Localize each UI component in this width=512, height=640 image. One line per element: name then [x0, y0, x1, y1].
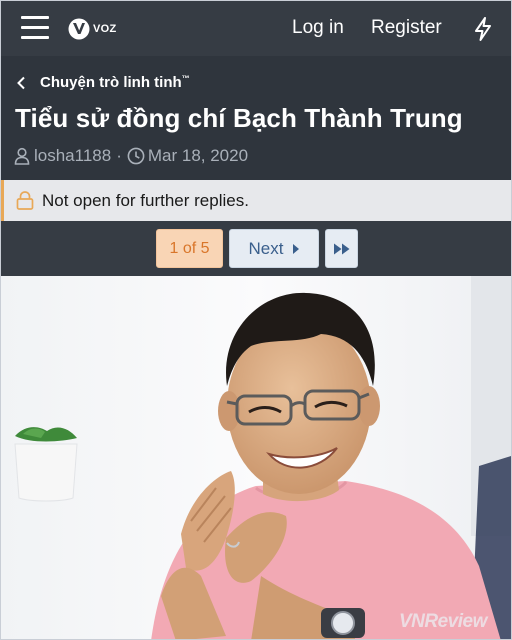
user-icon	[14, 147, 30, 165]
logo-text: VOZ	[93, 23, 117, 35]
photo-watermark: VNReview	[399, 611, 487, 632]
thread-date[interactable]: Mar 18, 2020	[148, 146, 248, 166]
page-frame: VOZ Log in Register Chuyện trò linh tinh…	[0, 0, 512, 640]
pagination-bar: 1 of 5 Next	[1, 221, 511, 276]
thread-header: Chuyện trò linh tinh™ Tiểu sử đồng chí B…	[1, 56, 511, 180]
breadcrumb-label: Chuyện trò linh tinh™	[40, 74, 190, 91]
last-page-button[interactable]	[325, 229, 358, 268]
post-photo	[1, 276, 511, 639]
menu-icon[interactable]	[21, 16, 49, 40]
breadcrumb[interactable]: Chuyện trò linh tinh™	[16, 74, 190, 91]
fast-forward-icon	[333, 243, 349, 254]
thread-meta: losha1188 · Mar 18, 2020	[13, 146, 248, 166]
caret-right-icon	[293, 243, 300, 254]
clock-icon	[127, 147, 145, 165]
thread-title: Tiểu sử đồng chí Bạch Thành Trung	[15, 103, 463, 133]
page-indicator-button[interactable]: 1 of 5	[156, 229, 223, 268]
thread-author[interactable]: losha1188	[34, 146, 111, 166]
whats-new-bolt-icon[interactable]	[473, 17, 493, 41]
chevron-left-icon	[17, 76, 25, 89]
top-nav: VOZ Log in Register	[1, 1, 511, 56]
register-link[interactable]: Register	[371, 17, 442, 39]
locked-notice: Not open for further replies.	[1, 180, 511, 221]
next-page-button[interactable]: Next	[229, 229, 319, 268]
next-page-label: Next	[248, 238, 284, 258]
notice-text: Not open for further replies.	[42, 191, 249, 210]
voz-logo-icon	[68, 18, 90, 40]
portrait-image	[1, 276, 511, 639]
login-link[interactable]: Log in	[292, 17, 344, 39]
lock-icon	[16, 191, 34, 210]
meta-separator: ·	[116, 146, 122, 165]
site-logo[interactable]: VOZ	[68, 18, 117, 40]
